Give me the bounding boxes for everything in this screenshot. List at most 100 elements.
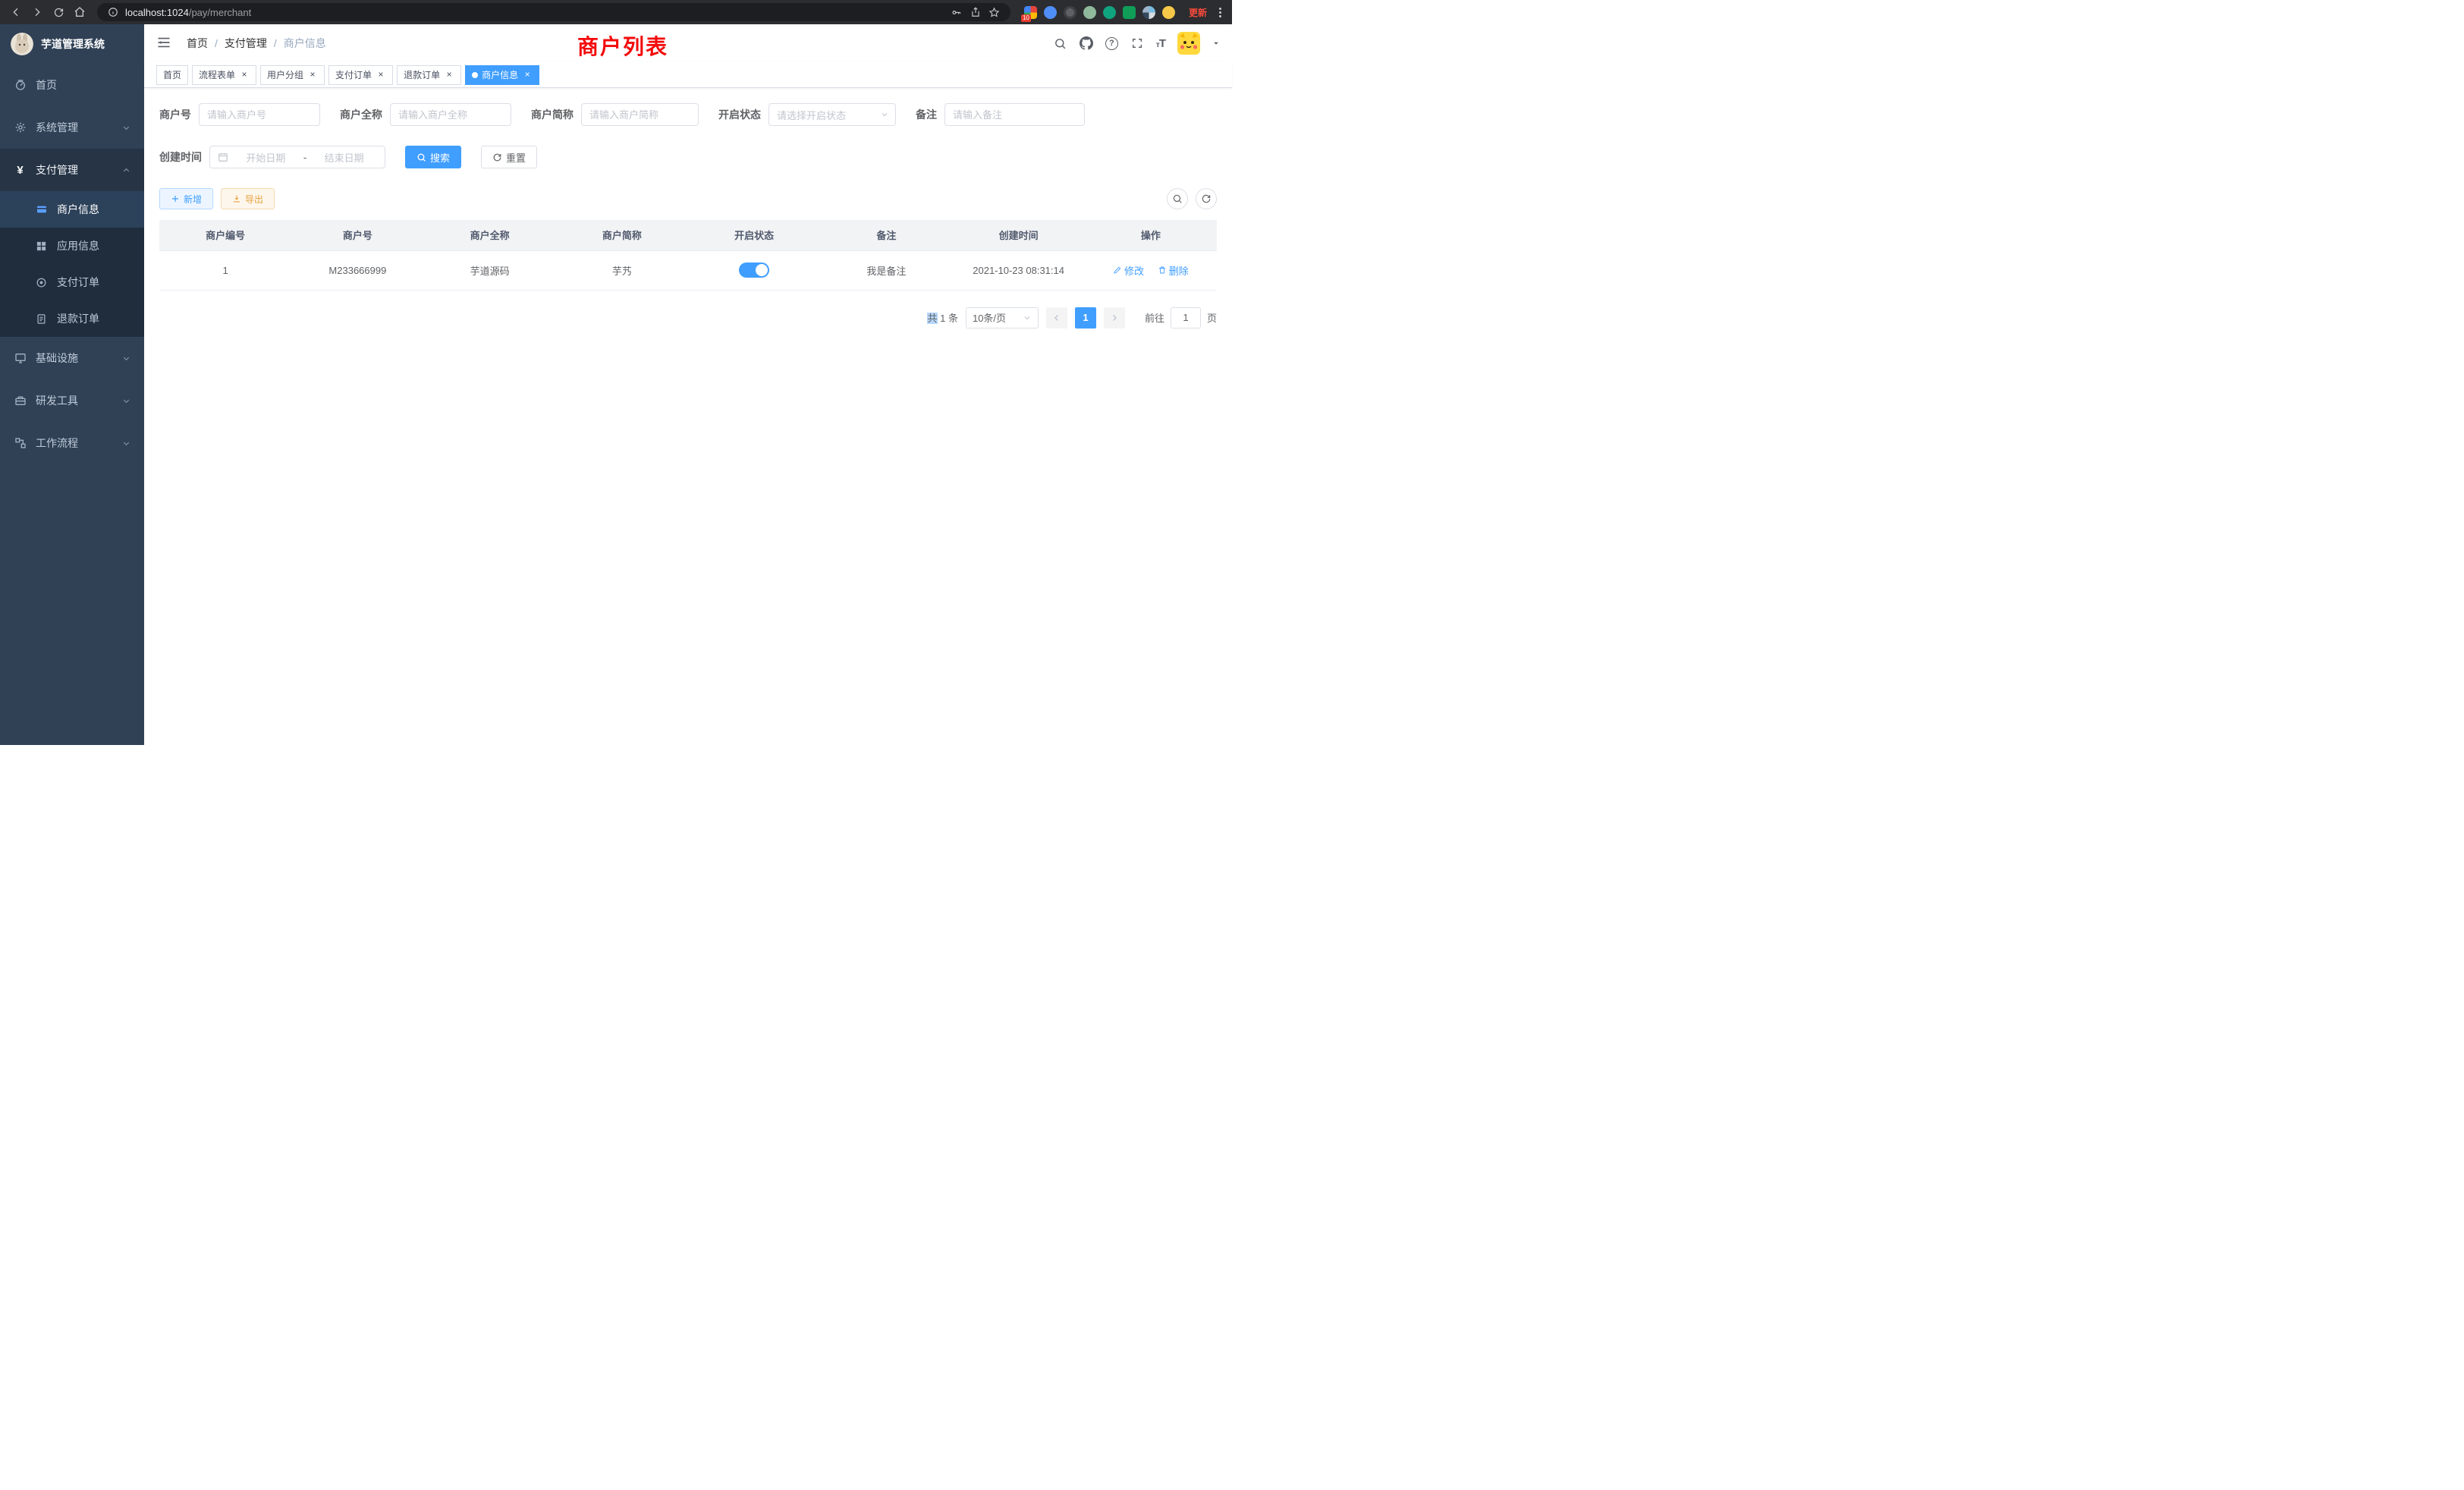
merchant-table: 商户编号 商户号 商户全称 商户简称 开启状态 备注 创建时间 操作 1 M23… (159, 220, 1217, 291)
col-merchant-no: 商户号 (291, 220, 423, 250)
goto-page-input[interactable] (1171, 307, 1201, 328)
font-size-icon[interactable]: тT (1156, 37, 1165, 50)
github-icon[interactable] (1080, 36, 1093, 50)
delete-row-button[interactable]: 删除 (1158, 263, 1189, 278)
sidebar-item-home[interactable]: 首页 (0, 64, 144, 106)
sidebar-item-dev-tools[interactable]: 研发工具 (0, 379, 144, 422)
filter-row-2: 创建时间 开始日期 - 结束日期 搜索 重置 (159, 146, 1217, 168)
goto-prefix: 前往 (1145, 310, 1164, 325)
home-icon[interactable] (70, 2, 90, 22)
browser-update-button[interactable]: 更新 (1183, 6, 1213, 19)
breadcrumb-separator: / (274, 37, 277, 49)
create-time-range-picker[interactable]: 开始日期 - 结束日期 (209, 146, 385, 168)
tab-process-form[interactable]: 流程表单× (192, 65, 256, 85)
sidebar-item-pay-order[interactable]: 支付订单 (0, 264, 144, 300)
search-icon[interactable] (1054, 36, 1067, 50)
extension-smiley-icon[interactable] (1162, 6, 1175, 19)
sidebar-item-infrastructure[interactable]: 基础设施 (0, 337, 144, 379)
address-bar[interactable]: localhost:1024 /pay/merchant (97, 3, 1010, 21)
fullscreen-icon[interactable] (1130, 36, 1144, 50)
reload-icon[interactable] (49, 2, 68, 22)
breadcrumb-home[interactable]: 首页 (187, 36, 208, 51)
chevron-down-icon (122, 354, 130, 363)
filter-label: 商户全称 (340, 107, 382, 122)
extension-badge: 10 (1021, 14, 1031, 22)
table-tools (1167, 188, 1217, 209)
remark-input[interactable] (944, 103, 1085, 126)
share-icon[interactable] (969, 5, 982, 19)
grid-icon (35, 240, 48, 253)
close-tab-icon[interactable]: × (444, 70, 454, 80)
tab-merchant-info[interactable]: 商户信息 × (465, 65, 539, 85)
sidebar-item-app-info[interactable]: 应用信息 (0, 228, 144, 264)
toggle-search-icon[interactable] (1167, 188, 1188, 209)
add-button[interactable]: 新增 (159, 188, 213, 209)
filter-remark: 备注 (916, 103, 1085, 126)
filter-create-time: 创建时间 开始日期 - 结束日期 (159, 146, 385, 168)
tab-home[interactable]: 首页 (156, 65, 188, 85)
bank-card-icon (35, 203, 48, 216)
extension-pinwheel-icon[interactable] (1142, 6, 1155, 19)
tab-user-group[interactable]: 用户分组 × (260, 65, 325, 85)
export-button[interactable]: 导出 (221, 188, 275, 209)
breadcrumb-current: 商户信息 (284, 36, 326, 51)
extension-drop-icon[interactable] (1044, 6, 1057, 19)
sidebar-item-workflow[interactable]: 工作流程 (0, 422, 144, 464)
site-info-icon[interactable] (106, 5, 120, 19)
cell-actions: 修改 删除 (1085, 250, 1217, 290)
col-create-time: 创建时间 (953, 220, 1085, 250)
extension-grid-icon[interactable]: 10 (1024, 6, 1037, 19)
app-logo[interactable]: 芋道管理系统 (0, 24, 144, 64)
merchant-no-input[interactable] (199, 103, 320, 126)
sidebar-item-refund-order[interactable]: 退款订单 (0, 300, 144, 337)
merchant-short-input[interactable] (581, 103, 699, 126)
reset-button[interactable]: 重置 (481, 146, 537, 168)
back-icon[interactable] (6, 2, 26, 22)
merchant-name-input[interactable] (390, 103, 511, 126)
collapse-sidebar-icon[interactable] (156, 35, 173, 52)
close-tab-icon[interactable]: × (522, 70, 533, 80)
user-avatar[interactable] (1177, 32, 1200, 55)
sidebar-item-merchant-info[interactable]: 商户信息 (0, 191, 144, 228)
edit-row-button[interactable]: 修改 (1113, 263, 1144, 278)
refresh-table-icon[interactable] (1196, 188, 1217, 209)
status-toggle[interactable] (739, 262, 769, 278)
extension-sheets-icon[interactable] (1123, 6, 1136, 19)
sidebar-item-system[interactable]: 系统管理 (0, 106, 144, 149)
help-icon[interactable]: ? (1105, 37, 1118, 50)
close-tab-icon[interactable]: × (307, 70, 318, 80)
close-tab-icon[interactable]: × (376, 70, 386, 80)
tab-pay-order[interactable]: 支付订单× (328, 65, 393, 85)
chevron-down-icon (122, 397, 130, 405)
password-key-icon[interactable] (950, 5, 963, 19)
page-size-select[interactable]: 10条/页 (966, 307, 1039, 328)
search-button[interactable]: 搜索 (405, 146, 461, 168)
tab-label: 用户分组 (267, 68, 303, 81)
tab-refund-order[interactable]: 退款订单× (397, 65, 461, 85)
sidebar-item-payment[interactable]: ¥ 支付管理 (0, 149, 144, 191)
export-button-label: 导出 (245, 193, 263, 206)
menu-label: 基础设施 (36, 350, 78, 366)
goto-page: 前往 页 (1145, 307, 1217, 328)
current-page-button[interactable]: 1 (1075, 307, 1096, 328)
close-tab-icon[interactable]: × (239, 70, 250, 80)
status-select[interactable]: 请选择开启状态 (768, 103, 896, 126)
extension-openai-icon[interactable] (1103, 6, 1116, 19)
filter-label: 开启状态 (718, 107, 761, 122)
menu-label: 应用信息 (57, 238, 99, 253)
menu-label: 工作流程 (36, 435, 78, 451)
prev-page-button[interactable] (1046, 307, 1067, 328)
next-page-button[interactable] (1104, 307, 1125, 328)
extension-dark-icon[interactable] (1064, 6, 1076, 19)
bookmark-star-icon[interactable] (988, 5, 1001, 19)
menu-label: 支付管理 (36, 162, 78, 178)
breadcrumb-payment[interactable]: 支付管理 (225, 36, 267, 51)
cell-full-name: 芋道源码 (424, 250, 556, 290)
add-button-label: 新增 (184, 193, 202, 206)
extension-avatar-icon[interactable] (1083, 6, 1096, 19)
tab-label: 商户信息 (482, 68, 518, 81)
user-menu-caret-icon[interactable] (1212, 39, 1220, 47)
browser-menu-icon[interactable] (1215, 8, 1226, 17)
reset-button-label: 重置 (506, 150, 526, 165)
forward-icon[interactable] (27, 2, 47, 22)
